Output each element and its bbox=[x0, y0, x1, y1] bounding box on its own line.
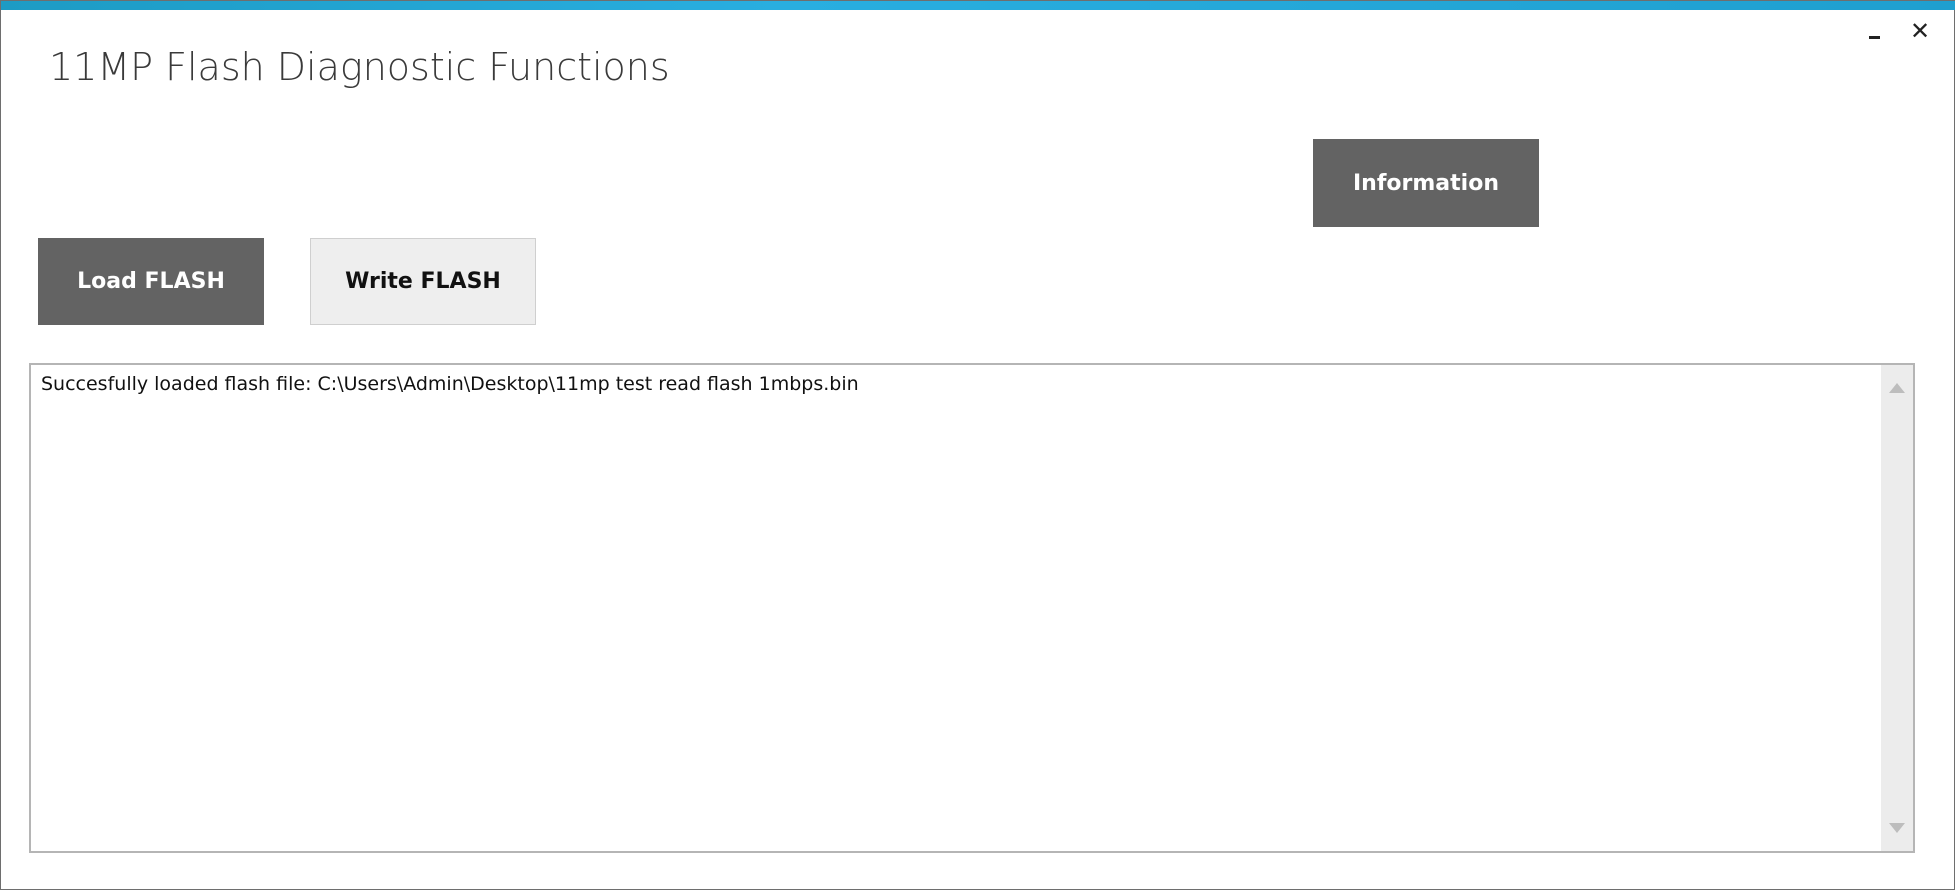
log-line: Succesfully loaded flash file: C:\Users\… bbox=[41, 373, 859, 395]
vertical-scrollbar[interactable] bbox=[1881, 365, 1913, 851]
app-window: 11MP Flash Diagnostic Functions ✕ Inform… bbox=[0, 0, 1955, 890]
scroll-down-arrow-icon bbox=[1889, 823, 1905, 833]
load-flash-button[interactable]: Load FLASH bbox=[38, 238, 264, 325]
close-icon: ✕ bbox=[1909, 17, 1931, 45]
scroll-down-button[interactable] bbox=[1881, 813, 1913, 843]
scroll-up-arrow-icon bbox=[1889, 383, 1905, 393]
information-button[interactable]: Information bbox=[1313, 139, 1539, 227]
write-flash-button[interactable]: Write FLASH bbox=[310, 238, 536, 325]
page-title: 11MP Flash Diagnostic Functions bbox=[49, 45, 670, 89]
minimize-icon bbox=[1868, 35, 1880, 39]
close-button[interactable]: ✕ bbox=[1905, 15, 1935, 47]
minimize-button[interactable] bbox=[1859, 15, 1889, 47]
log-output-textbox[interactable]: Succesfully loaded flash file: C:\Users\… bbox=[29, 363, 1915, 853]
window-accent-bar bbox=[1, 1, 1955, 10]
scroll-up-button[interactable] bbox=[1881, 373, 1913, 403]
